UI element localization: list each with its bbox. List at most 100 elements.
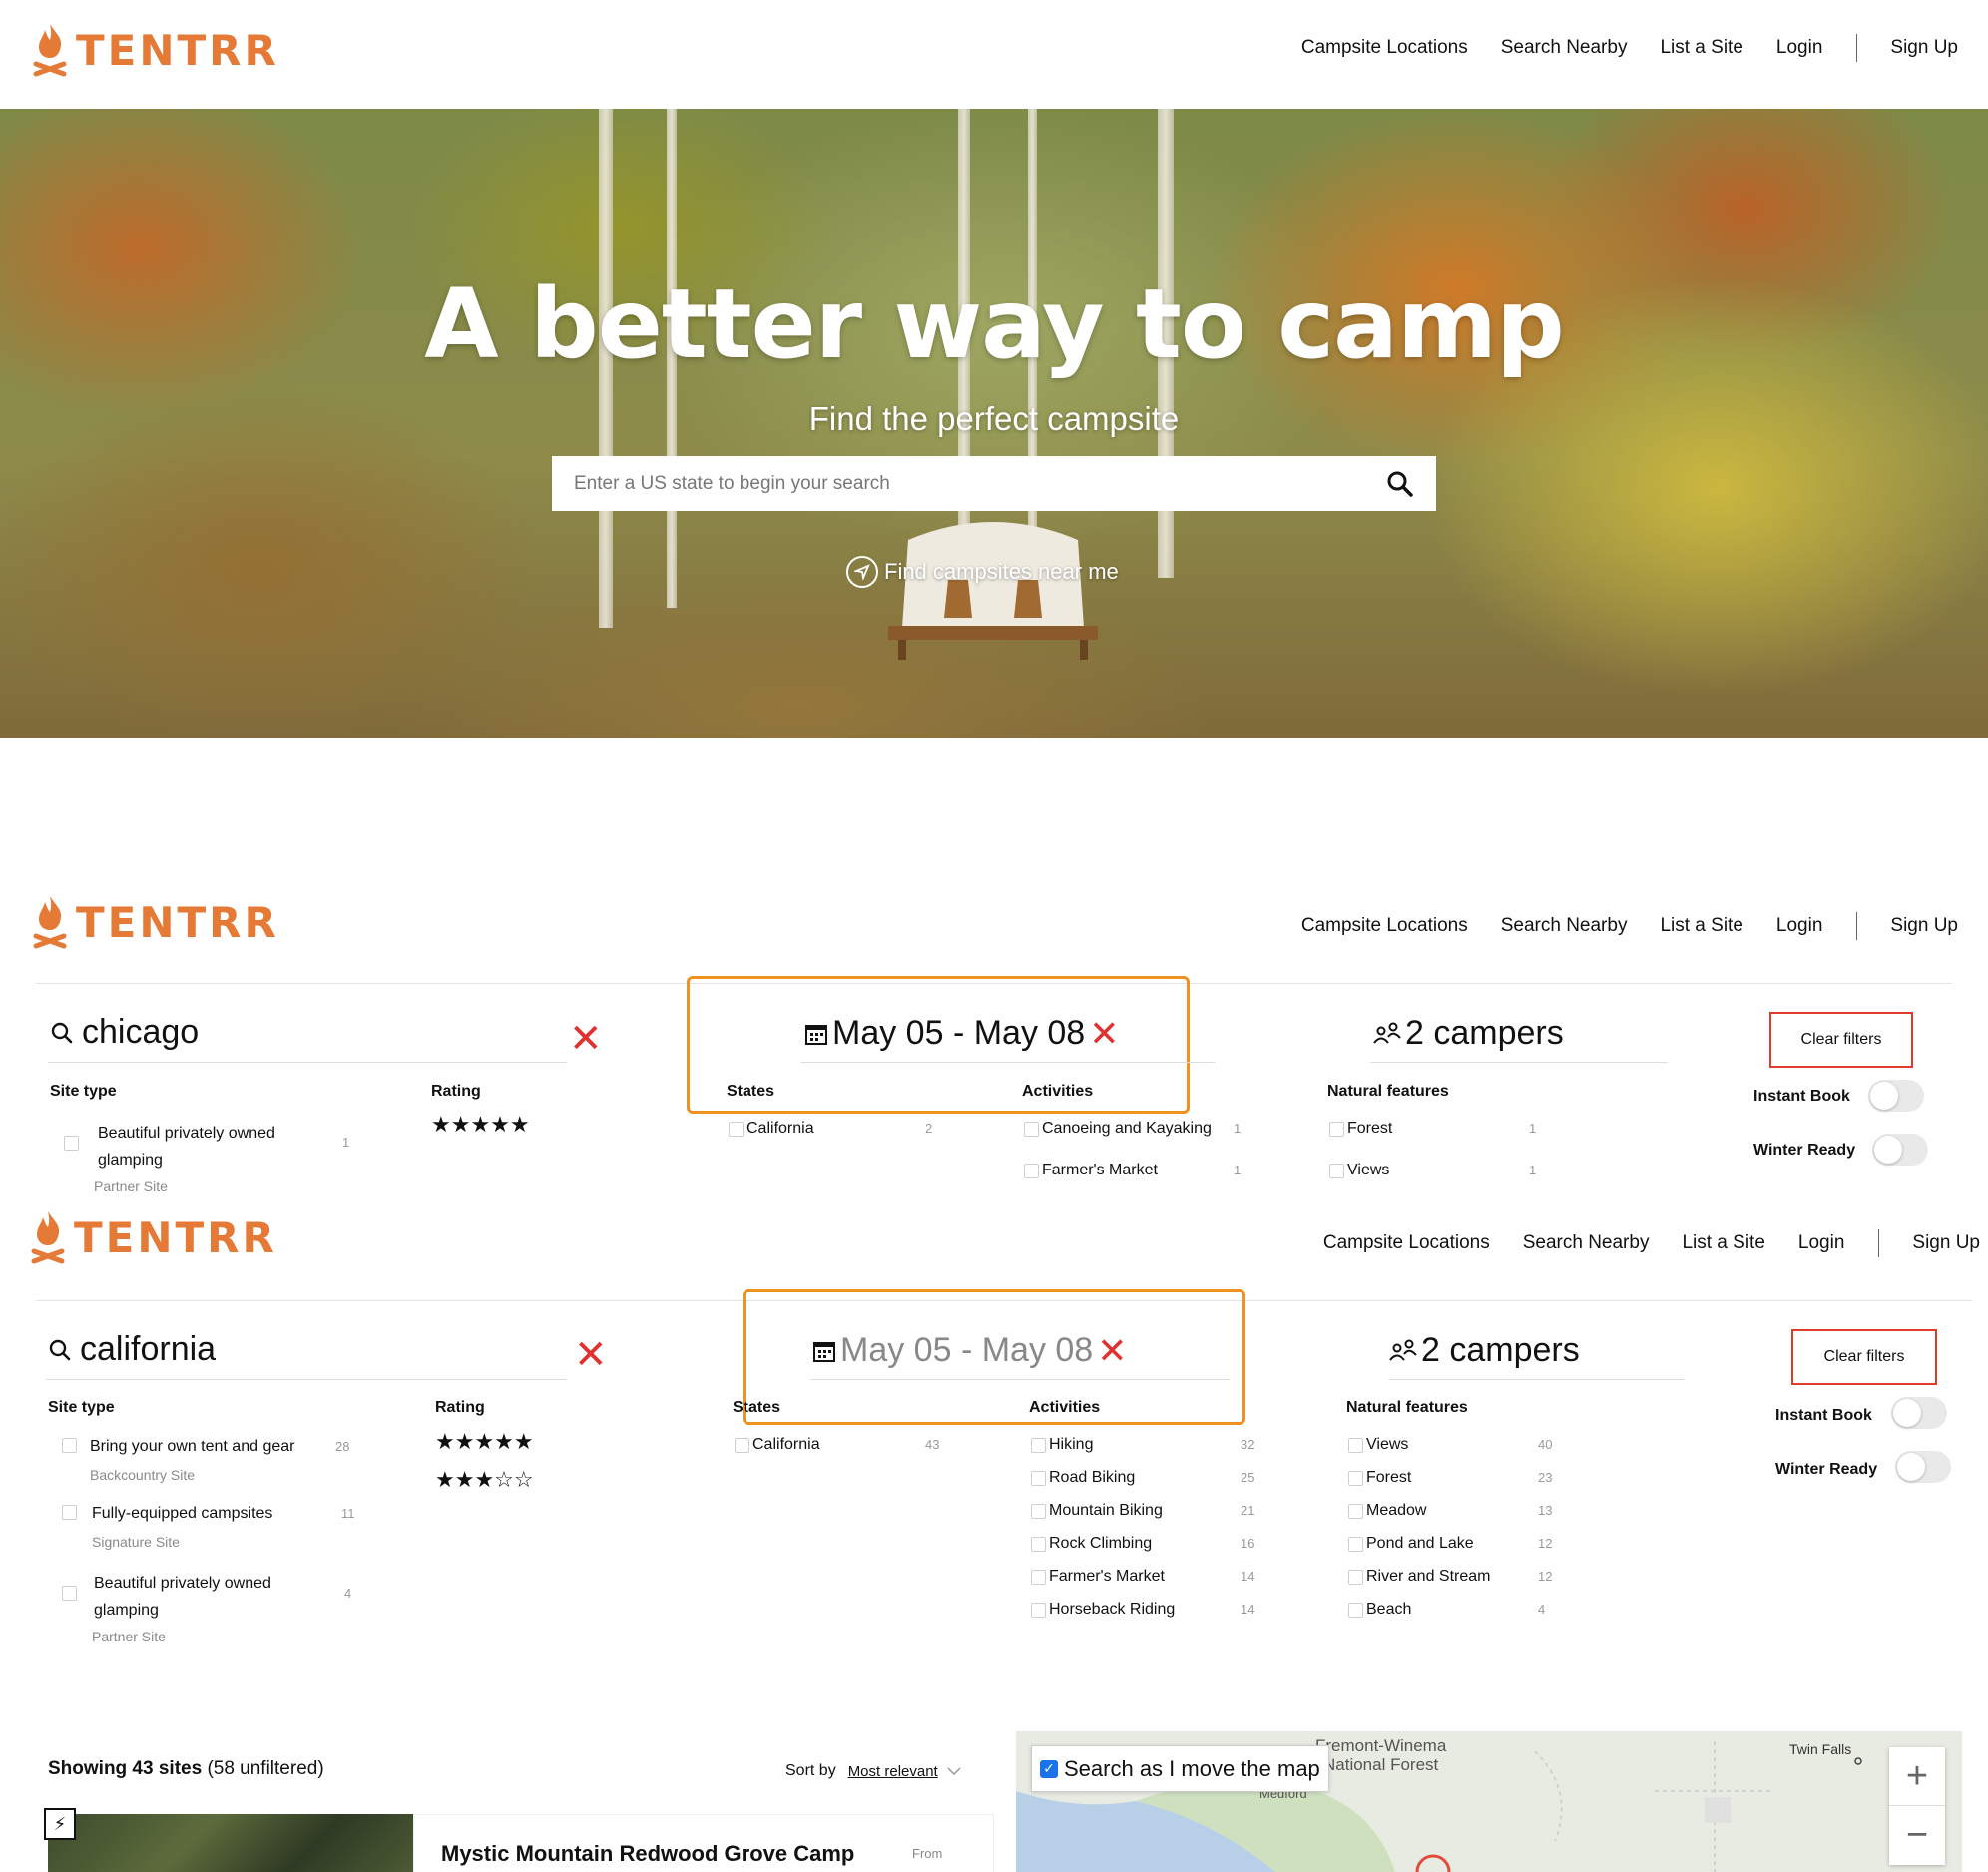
checkbox[interactable] [1348, 1570, 1363, 1585]
checkbox[interactable] [1031, 1438, 1046, 1453]
winter-ready-toggle[interactable] [1895, 1451, 1951, 1483]
nav-sign-up[interactable]: Sign Up [1912, 1232, 1980, 1254]
site-type-sub: Partner Site [92, 1629, 166, 1644]
date-range[interactable]: May 05 - May 08 ✕ [812, 1331, 1127, 1370]
activity-label: Rock Climbing [1049, 1535, 1153, 1552]
rating-5-stars[interactable]: ★★★★★ [431, 1112, 530, 1138]
nav-search-nearby[interactable]: Search Nearby [1501, 915, 1628, 937]
feature-option[interactable]: Views [1329, 1162, 1389, 1179]
state-search-input[interactable] [574, 472, 1386, 495]
search-as-move-toggle[interactable]: ✓ Search as I move the map [1031, 1745, 1329, 1792]
checkbox[interactable] [1031, 1504, 1046, 1519]
checkbox[interactable] [1329, 1122, 1344, 1137]
site-type-option[interactable]: Fully-equipped campsites Signature Site [62, 1503, 321, 1553]
activity-option[interactable]: Rock Climbing [1031, 1535, 1152, 1553]
rating-3-stars[interactable]: ★★★☆☆ [435, 1467, 534, 1493]
checkbox[interactable] [1024, 1164, 1039, 1178]
state-option[interactable]: California [729, 1120, 814, 1138]
site-type-sub: Backcountry Site [90, 1467, 196, 1483]
activity-option[interactable]: Road Biking [1031, 1469, 1135, 1487]
near-me-link[interactable]: Find campsites near me [846, 556, 1119, 588]
checkbox[interactable] [1348, 1603, 1363, 1618]
nav-campsite-locations[interactable]: Campsite Locations [1301, 915, 1468, 937]
checkbox[interactable] [1348, 1471, 1363, 1486]
clear-filters-button[interactable]: Clear filters [1769, 1012, 1913, 1068]
checkbox[interactable] [1348, 1537, 1363, 1552]
nav-sign-up[interactable]: Sign Up [1890, 37, 1958, 59]
checkbox[interactable] [64, 1136, 79, 1151]
instant-book-toggle[interactable] [1868, 1080, 1924, 1112]
activity-option[interactable]: Hiking [1031, 1436, 1093, 1454]
state-option[interactable]: California [735, 1436, 820, 1454]
nav-login[interactable]: Login [1798, 1232, 1845, 1254]
search-icon[interactable] [1386, 470, 1414, 498]
checkbox[interactable] [1031, 1570, 1046, 1585]
feature-option[interactable]: Views [1348, 1436, 1408, 1454]
zoom-in-button[interactable]: + [1889, 1747, 1945, 1806]
campsite-title[interactable]: Mystic Mountain Redwood Grove Camp [441, 1841, 854, 1867]
clear-location-icon[interactable]: ✕ [569, 1019, 603, 1059]
nav-list-a-site[interactable]: List a Site [1660, 915, 1742, 937]
campers-selector[interactable]: 2 campers [1389, 1331, 1580, 1370]
checkbox[interactable] [729, 1122, 744, 1137]
checkbox[interactable] [735, 1438, 749, 1453]
activity-option[interactable]: Farmer's Market [1031, 1568, 1165, 1586]
activity-option[interactable]: Farmer's Market [1024, 1162, 1158, 1179]
sort-value[interactable]: Most relevant [848, 1763, 938, 1780]
feature-option[interactable]: River and Stream [1348, 1568, 1491, 1586]
brand-logo[interactable]: TENTRR [30, 20, 279, 80]
site-type-option[interactable]: Bring your own tent and gear Backcountry… [62, 1436, 321, 1486]
nav-list-a-site[interactable]: List a Site [1682, 1232, 1764, 1254]
feature-option[interactable]: Forest [1348, 1469, 1411, 1487]
activity-option[interactable]: Horseback Riding [1031, 1601, 1175, 1619]
feature-option[interactable]: Pond and Lake [1348, 1535, 1474, 1553]
nav-login[interactable]: Login [1776, 37, 1823, 59]
campfire-icon [33, 24, 67, 77]
location-query[interactable]: california [48, 1330, 216, 1369]
sort-control[interactable]: Sort by Most relevant [785, 1762, 962, 1780]
checkbox[interactable] [62, 1586, 77, 1601]
checkbox[interactable] [1329, 1164, 1344, 1178]
brand-logo[interactable]: TENTRR [30, 892, 279, 952]
clear-filters-button[interactable]: Clear filters [1791, 1329, 1937, 1385]
checkbox[interactable] [1031, 1537, 1046, 1552]
location-query[interactable]: chicago [50, 1013, 199, 1052]
clear-dates-icon[interactable]: ✕ [1097, 1332, 1127, 1369]
nav-campsite-locations[interactable]: Campsite Locations [1323, 1232, 1490, 1254]
winter-ready-toggle[interactable] [1872, 1134, 1928, 1166]
checkbox[interactable] [1031, 1603, 1046, 1618]
nav-campsite-locations[interactable]: Campsite Locations [1301, 37, 1468, 59]
clear-location-icon[interactable]: ✕ [574, 1335, 608, 1375]
nav-list-a-site[interactable]: List a Site [1660, 37, 1742, 59]
checkbox[interactable] [1031, 1471, 1046, 1486]
checkbox[interactable] [1024, 1122, 1039, 1137]
feature-option[interactable]: Forest [1329, 1120, 1392, 1138]
checkbox[interactable] [62, 1505, 77, 1520]
activity-count: 16 [1241, 1536, 1255, 1551]
activity-option[interactable]: Mountain Biking [1031, 1502, 1163, 1520]
activity-option[interactable]: Canoeing and Kayaking [1024, 1120, 1212, 1138]
nav-sign-up[interactable]: Sign Up [1890, 915, 1958, 937]
brand-logo[interactable]: TENTRR [28, 1207, 277, 1267]
date-range[interactable]: May 05 - May 08 ✕ [804, 1014, 1119, 1053]
feature-option[interactable]: Beach [1348, 1601, 1411, 1619]
checkbox[interactable] [62, 1438, 77, 1453]
activity-count: 1 [1234, 1163, 1242, 1177]
site-type-option[interactable]: Beautiful privately owned glamping Partn… [64, 1120, 303, 1200]
rating-header: Rating [435, 1399, 485, 1416]
rating-5-stars[interactable]: ★★★★★ [435, 1429, 534, 1455]
campers-selector[interactable]: 2 campers [1373, 1014, 1564, 1053]
nav-search-nearby[interactable]: Search Nearby [1501, 37, 1628, 59]
instant-book-toggle[interactable] [1891, 1397, 1947, 1429]
clear-dates-icon[interactable]: ✕ [1089, 1015, 1119, 1052]
zoom-out-button[interactable]: − [1889, 1806, 1945, 1865]
checkmark-icon[interactable]: ✓ [1040, 1759, 1058, 1778]
checkbox[interactable] [1348, 1504, 1363, 1519]
campsite-photo[interactable] [48, 1814, 413, 1872]
nav-search-nearby[interactable]: Search Nearby [1523, 1232, 1650, 1254]
feature-option[interactable]: Meadow [1348, 1502, 1426, 1520]
nav-login[interactable]: Login [1776, 915, 1823, 937]
site-type-option[interactable]: Beautiful privately owned glamping Partn… [62, 1570, 321, 1650]
campers-text: 2 campers [1405, 1014, 1564, 1052]
checkbox[interactable] [1348, 1438, 1363, 1453]
